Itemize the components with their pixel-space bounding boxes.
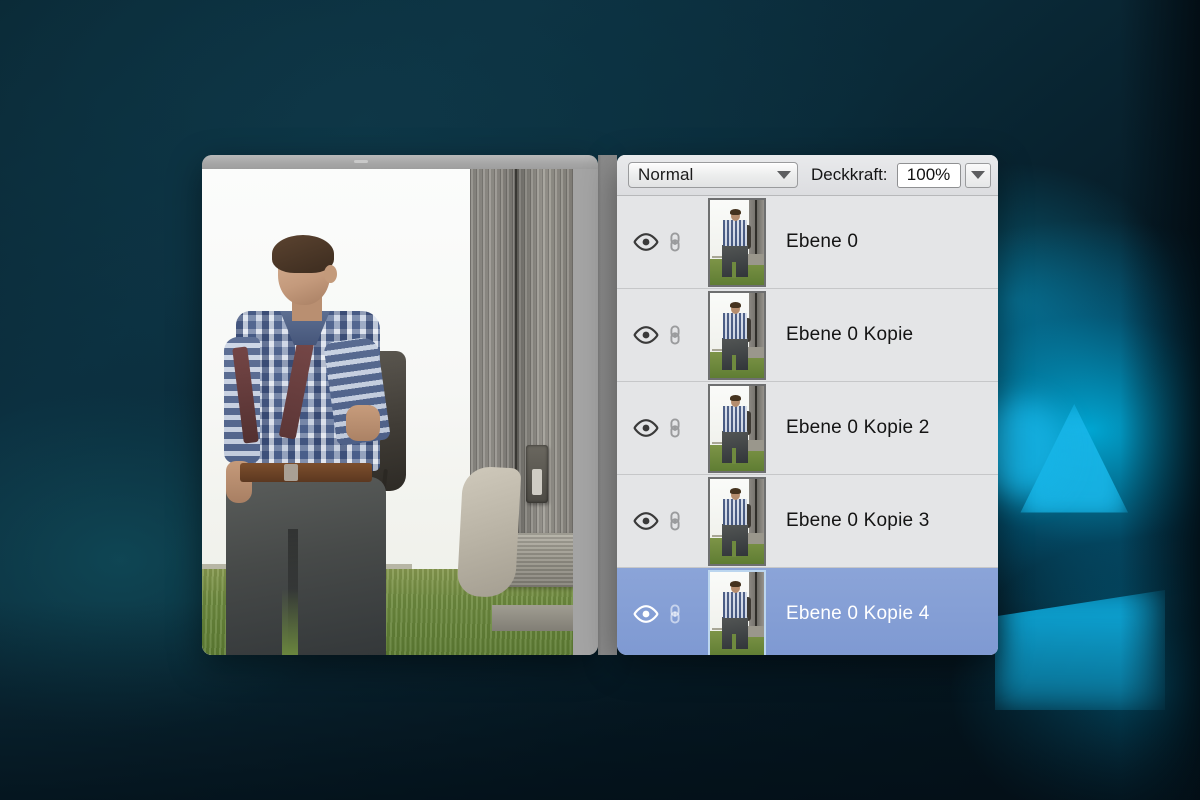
layer-thumbnail[interactable] <box>708 198 766 287</box>
thumbnail-artwork <box>710 479 764 564</box>
link-icon[interactable] <box>668 230 682 254</box>
link-icon[interactable] <box>668 323 682 347</box>
layer-name: Ebene 0 Kopie <box>786 324 913 346</box>
panel-divider[interactable] <box>598 155 617 655</box>
thumb-hair <box>730 395 741 401</box>
layer-thumbnail[interactable] <box>708 477 766 566</box>
layer-thumbnail[interactable] <box>708 291 766 380</box>
image-belt <box>240 463 372 482</box>
layer-name: Ebene 0 Kopie 4 <box>786 603 930 625</box>
layer-row[interactable]: Ebene 0 Kopie 4 <box>617 568 998 655</box>
thumb-legs <box>732 541 736 557</box>
chevron-down-icon <box>777 171 791 179</box>
eye-icon[interactable] <box>633 418 659 438</box>
opacity-stepper[interactable] <box>965 163 991 188</box>
layer-thumbnail[interactable] <box>708 384 766 473</box>
opacity-label: Deckkraft: <box>811 165 888 185</box>
image-ear <box>324 265 337 283</box>
thumb-legs <box>732 262 736 278</box>
eye-icon[interactable] <box>633 232 659 252</box>
thumbnail-artwork <box>710 572 764 656</box>
link-icon[interactable] <box>668 416 682 440</box>
blend-mode-value: Normal <box>638 165 693 185</box>
document-titlebar[interactable] <box>202 155 598 169</box>
thumbnail-artwork <box>710 386 764 471</box>
image-right-hand <box>346 405 380 441</box>
layer-name: Ebene 0 Kopie 3 <box>786 510 930 532</box>
image-draped-cloth <box>457 466 522 599</box>
image-trousers <box>226 477 386 655</box>
thumb-shirt <box>723 313 747 339</box>
eye-icon[interactable] <box>633 511 659 531</box>
canvas-image <box>202 169 573 655</box>
layers-panel-toolbar: Normal Deckkraft: 100% <box>617 155 998 196</box>
layer-row[interactable]: Ebene 0 Kopie 2 <box>617 382 998 475</box>
layer-row[interactable]: Ebene 0 Kopie 3 <box>617 475 998 568</box>
thumb-hair <box>730 209 741 215</box>
thumb-legs <box>732 448 736 464</box>
blend-mode-dropdown[interactable]: Normal <box>628 162 798 188</box>
titlebar-grip <box>354 160 368 163</box>
layer-row[interactable]: Ebene 0 <box>617 196 998 289</box>
layer-list[interactable]: Ebene 0 Ebene 0 Kopie Eben <box>617 196 998 655</box>
layer-row[interactable]: Ebene 0 Kopie <box>617 289 998 382</box>
image-belt-buckle <box>284 464 298 481</box>
image-person <box>202 169 573 655</box>
thumb-shirt <box>723 499 747 525</box>
chevron-down-icon <box>971 171 985 179</box>
eye-icon[interactable] <box>633 325 659 345</box>
opacity-value: 100% <box>907 165 950 185</box>
document-canvas[interactable] <box>202 169 598 655</box>
thumbnail-artwork <box>710 293 764 378</box>
thumb-legs <box>732 355 736 371</box>
thumb-shirt <box>723 406 747 432</box>
thumb-hair <box>730 488 741 494</box>
layer-thumbnail[interactable] <box>708 570 766 656</box>
eye-icon[interactable] <box>633 604 659 624</box>
thumbnail-artwork <box>710 200 764 285</box>
layers-panel[interactable]: Normal Deckkraft: 100% Ebene 0 <box>617 155 998 655</box>
thumb-hair <box>730 581 741 587</box>
opacity-input[interactable]: 100% <box>897 163 961 188</box>
layer-name: Ebene 0 Kopie 2 <box>786 417 930 439</box>
link-icon[interactable] <box>668 602 682 626</box>
thumb-shirt <box>723 592 747 618</box>
canvas-gutter <box>573 169 598 655</box>
thumb-hair <box>730 302 741 308</box>
layer-name: Ebene 0 <box>786 231 858 253</box>
image-leg-gap <box>282 589 298 655</box>
thumb-legs <box>732 634 736 650</box>
document-window[interactable] <box>202 155 598 655</box>
link-icon[interactable] <box>668 509 682 533</box>
thumb-shirt <box>723 220 747 246</box>
